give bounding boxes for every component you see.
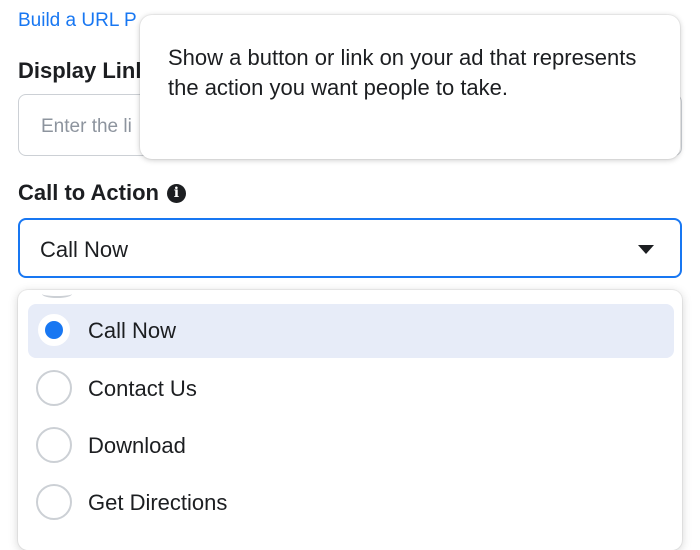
option-label: Call Now [88, 318, 177, 343]
option-call-now[interactable]: Call Now [28, 304, 674, 358]
display-link-placeholder: Enter the li [41, 116, 132, 137]
radio-selected-icon [36, 312, 72, 348]
option-contact-us[interactable]: Contact Us [28, 362, 674, 416]
call-to-action-selected-value: Call Now [40, 237, 129, 262]
call-to-action-heading: Call to Action i [18, 180, 186, 206]
tooltip-text: Show a button or link on your ad that re… [168, 45, 637, 100]
call-to-action-label: Call to Action [18, 180, 159, 205]
caret-down-icon [638, 245, 654, 254]
option-label: Download [88, 433, 186, 458]
option-get-directions[interactable]: Get Directions [28, 476, 674, 530]
option-download[interactable]: Download [28, 419, 674, 473]
build-url-link[interactable]: Build a URL P [18, 10, 137, 32]
radio-unselected-icon [36, 484, 72, 520]
radio-unselected-icon [36, 427, 72, 463]
radio-unselected-icon [36, 370, 72, 406]
option-label: Contact Us [88, 376, 197, 401]
option-label: Get Directions [88, 490, 228, 515]
call-to-action-select[interactable]: Call Now [18, 218, 682, 278]
info-icon[interactable]: i [166, 183, 186, 203]
cta-info-tooltip: Show a button or link on your ad that re… [140, 15, 680, 159]
partial-option-above [42, 290, 72, 298]
call-to-action-menu: Call Now Contact Us Download Get Directi… [18, 290, 682, 550]
display-link-label: Display Linl [18, 58, 142, 83]
